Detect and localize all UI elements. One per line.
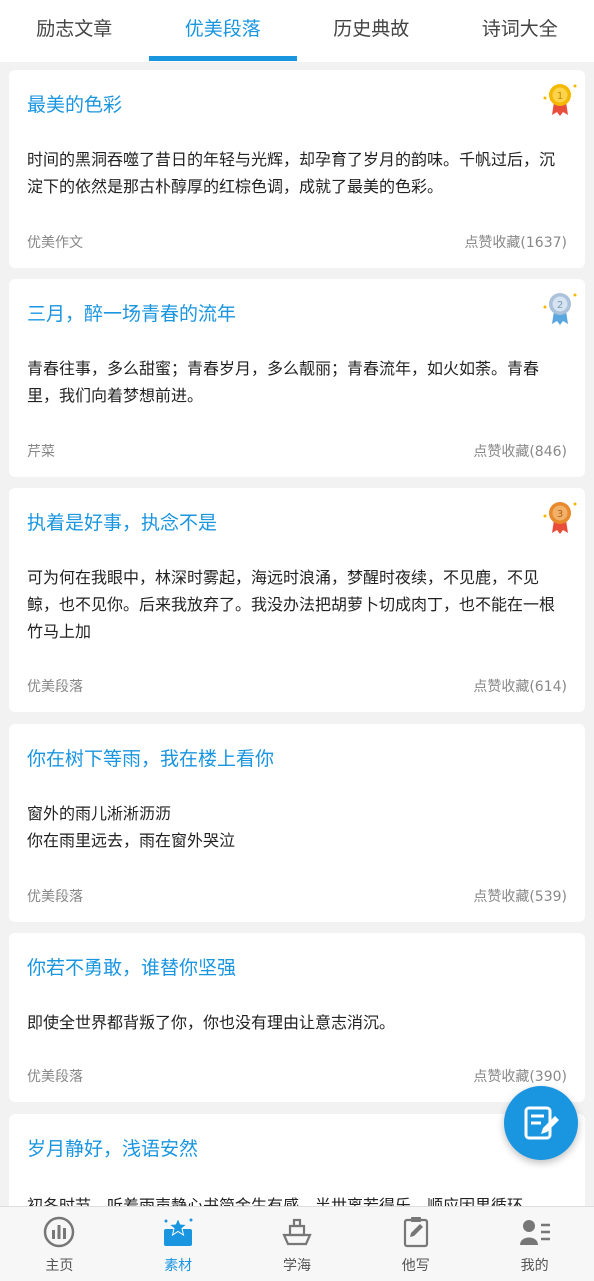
article-title: 三月，醉一场青春的流年 <box>27 299 236 326</box>
tab-historical-allusions[interactable]: 历史典故 <box>297 0 446 62</box>
article-title: 执着是好事，执念不是 <box>27 508 217 535</box>
article-excerpt: 初冬时节，听着雨声静心书简金生有感，半世离若得乐，顺应因果循环 <box>27 1192 561 1206</box>
home-chart-icon <box>42 1215 76 1249</box>
tab-beautiful-paragraphs[interactable]: 优美段落 <box>149 0 298 62</box>
article-excerpt: 即使全世界都背叛了你，你也没有理由让意志消沉。 <box>27 1009 561 1036</box>
svg-text:1: 1 <box>557 91 563 102</box>
article-source: 芹菜 <box>27 441 55 461</box>
svg-text:3: 3 <box>557 509 563 520</box>
article-title: 最美的色彩 <box>27 90 122 117</box>
article-title: 岁月静好，浅语安然 <box>27 1134 198 1161</box>
svg-text:2: 2 <box>557 300 563 311</box>
nav-label: 他写 <box>356 1255 475 1275</box>
nav-label: 我的 <box>475 1255 594 1275</box>
ship-icon <box>280 1215 314 1249</box>
article-excerpt: 时间的黑洞吞噬了昔日的年轻与光辉，却孕育了岁月的韵味。千帆过后，沉淀下的依然是那… <box>27 146 561 200</box>
article-title: 你在树下等雨，我在楼上看你 <box>27 744 274 771</box>
gold-medal-icon: 1 <box>539 78 581 120</box>
tab-inspirational-articles[interactable]: 励志文章 <box>0 0 149 62</box>
like-collect-count: 点赞收藏(539) <box>473 886 567 906</box>
silver-medal-icon: 2 <box>539 287 581 329</box>
like-collect-count: 点赞收藏(614) <box>473 676 567 696</box>
article-list[interactable]: 最美的色彩 1 时间的黑洞吞噬了昔日的年轻与光辉，却孕育了岁月的韵味。千帆过后，… <box>0 62 594 1206</box>
nav-study-sea[interactable]: 学海 <box>238 1207 357 1281</box>
article-card[interactable]: 执着是好事，执念不是 3 可为何在我眼中，林深时雾起，海远时浪涌，梦醒时夜续，不… <box>9 488 585 712</box>
article-excerpt: 可为何在我眼中，林深时雾起，海远时浪涌，梦醒时夜续，不见鹿，不见鲸，也不见你。后… <box>27 564 561 645</box>
article-card[interactable]: 你在树下等雨，我在楼上看你 窗外的雨儿淅淅沥沥 你在雨里远去，雨在窗外哭泣 优美… <box>9 724 585 922</box>
like-collect-count: 点赞收藏(1637) <box>464 232 567 252</box>
clipboard-edit-icon <box>399 1215 433 1249</box>
nav-label: 学海 <box>238 1255 357 1275</box>
article-title: 你若不勇敢，谁替你坚强 <box>27 953 236 980</box>
article-card[interactable]: 三月，醉一场青春的流年 2 青春往事，多么甜蜜；青春岁月，多么靓丽；青春流年，如… <box>9 279 585 477</box>
article-excerpt: 窗外的雨儿淅淅沥沥 你在雨里远去，雨在窗外哭泣 <box>27 800 561 854</box>
article-card[interactable]: 最美的色彩 1 时间的黑洞吞噬了昔日的年轻与光辉，却孕育了岁月的韵味。千帆过后，… <box>9 70 585 268</box>
bottom-navigation: 主页 素材 学海 他写 我的 <box>0 1206 594 1281</box>
nav-label: 主页 <box>0 1255 119 1275</box>
nav-material[interactable]: 素材 <box>119 1207 238 1281</box>
like-collect-count: 点赞收藏(390) <box>473 1066 567 1086</box>
nav-home[interactable]: 主页 <box>0 1207 119 1281</box>
material-star-icon <box>161 1215 195 1249</box>
article-source: 优美段落 <box>27 1066 83 1086</box>
nav-mine[interactable]: 我的 <box>475 1207 594 1281</box>
article-source: 优美段落 <box>27 886 83 906</box>
article-card[interactable]: 岁月静好，浅语安然 初冬时节，听着雨声静心书简金生有感，半世离若得乐，顺应因果循… <box>9 1114 585 1206</box>
tab-poetry-collection[interactable]: 诗词大全 <box>446 0 594 62</box>
profile-card-icon <box>518 1215 552 1249</box>
article-excerpt: 青春往事，多么甜蜜；青春岁月，多么靓丽；青春流年，如火如荼。青春里，我们向着梦想… <box>27 355 561 409</box>
article-source: 优美作文 <box>27 232 83 252</box>
write-note-icon <box>521 1103 561 1143</box>
article-card[interactable]: 你若不勇敢，谁替你坚强 即使全世界都背叛了你，你也没有理由让意志消沉。 优美段落… <box>9 933 585 1102</box>
top-tab-bar: 励志文章 优美段落 历史典故 诗词大全 <box>0 0 594 62</box>
nav-label: 素材 <box>119 1255 238 1275</box>
nav-others-write[interactable]: 他写 <box>356 1207 475 1281</box>
write-fab-button[interactable] <box>504 1086 578 1160</box>
like-collect-count: 点赞收藏(846) <box>473 441 567 461</box>
article-source: 优美段落 <box>27 676 83 696</box>
bronze-medal-icon: 3 <box>539 496 581 538</box>
